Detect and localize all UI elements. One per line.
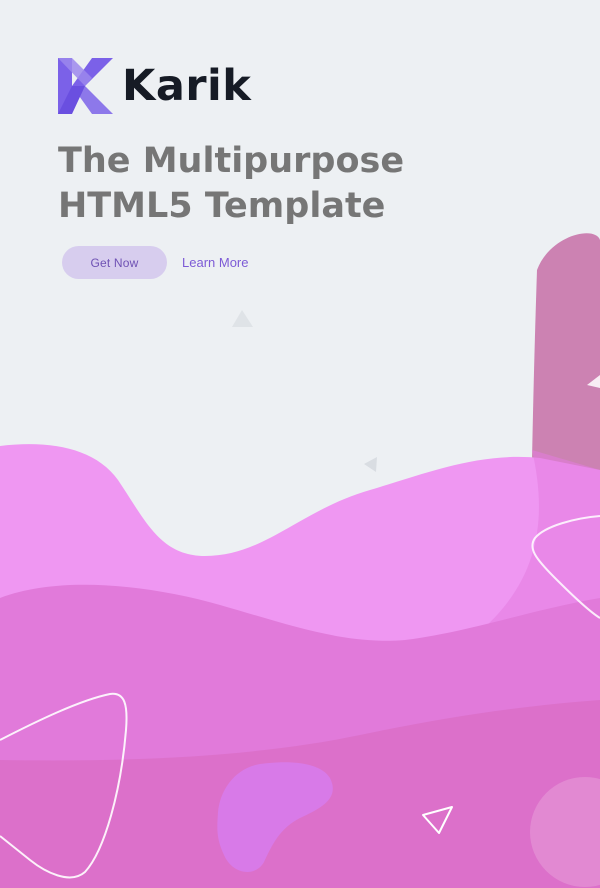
brand-name: Karik <box>122 60 252 111</box>
cta-row: Get Now Learn More <box>62 246 248 279</box>
hero-headline: The Multipurpose HTML5 Template <box>58 139 478 229</box>
brand[interactable]: Karik <box>58 58 251 114</box>
decorative-wave-background <box>0 0 600 888</box>
learn-more-link[interactable]: Learn More <box>182 255 248 270</box>
headline-line-1: The Multipurpose <box>58 141 405 181</box>
karik-k-logo-icon <box>58 58 113 114</box>
get-now-button[interactable]: Get Now <box>62 246 167 279</box>
headline-line-2: HTML5 Template <box>58 186 386 226</box>
promo-screen: Karik The Multipurpose HTML5 Template Ge… <box>0 0 600 888</box>
